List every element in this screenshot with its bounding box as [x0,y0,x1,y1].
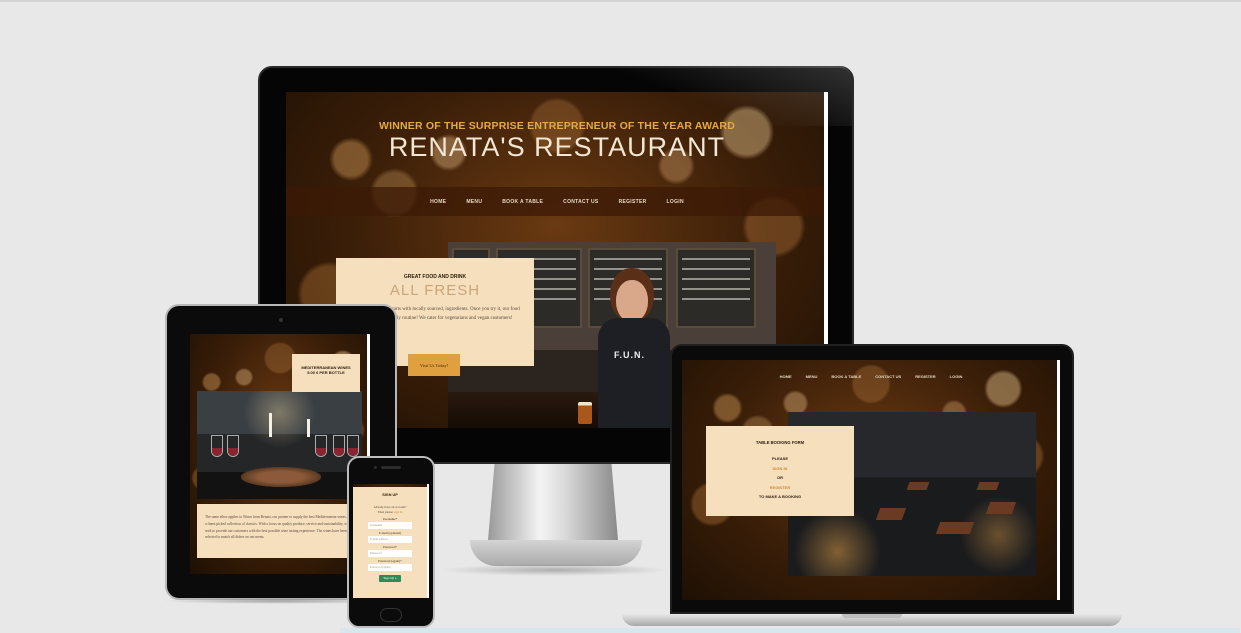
imac-base [470,540,642,566]
booking-title: TABLE BOOKING FORM [755,440,805,445]
desktop-navbar: HOME MENU BOOK A TABLE CONTACT US REGIST… [286,187,828,216]
nav-register[interactable]: REGISTER [915,374,935,379]
laptop-navbar: HOME MENU BOOK A TABLE CONTACT US REGIST… [682,366,1060,386]
wine-description: The same ethos applies to Wines from Ren… [197,504,362,558]
register-link[interactable]: REGISTER [706,484,854,492]
nav-login[interactable]: LOGIN [950,374,963,379]
bottom-strip [340,628,1240,633]
wine-offer-card: MEDITERRANEAN WINES 5.00 € PER BOTTLE [292,354,360,392]
nav-register[interactable]: REGISTER [619,199,647,205]
visit-us-button[interactable]: Visit Us Today! [408,354,460,376]
imac-stand [488,464,618,540]
home-button[interactable] [380,608,402,622]
booking-card: TABLE BOOKING FORM PLEASE SIGN IN OR REG… [706,426,854,516]
phone-screen: SIGN UP Already have an account? Then pl… [353,484,429,598]
signup-button[interactable]: Sign Up » [379,575,401,583]
nav-contact-us[interactable]: CONTACT US [563,199,598,205]
chalkboard [676,248,756,328]
scrollbar[interactable] [427,484,429,598]
nav-menu[interactable]: MENU [806,374,818,379]
nav-home[interactable]: HOME [780,374,792,379]
email-input[interactable]: E-mail address [368,536,412,544]
nav-home[interactable]: HOME [430,199,446,205]
signup-card: SIGN UP Already have an account? Then pl… [353,487,427,598]
sign-in-link[interactable]: SIGN IN [706,465,854,473]
nav-book-a-table[interactable]: BOOK A TABLE [831,374,861,379]
camera-icon [279,318,283,322]
nav-menu[interactable]: MENU [466,199,482,205]
top-border [0,0,1241,2]
nav-contact-us[interactable]: CONTACT US [875,374,901,379]
speaker-icon [381,466,401,469]
username-input[interactable]: Username [368,522,412,530]
password-again-input[interactable]: Password (again) [368,564,412,572]
nav-book-a-table[interactable]: BOOK A TABLE [502,199,543,205]
shirt-text: F.U.N. [614,350,646,360]
beer-glass [578,402,592,424]
tablet-screen: MEDITERRANEAN WINES 5.00 € PER BOTTLE Th… [190,334,370,574]
bartender: F.U.N. [598,280,670,428]
scrollbar[interactable] [1057,360,1060,600]
nav-login[interactable]: LOGIN [667,199,684,205]
signup-title: SIGN UP [382,493,398,497]
restaurant-title: RENATA'S RESTAURANT [388,132,726,162]
camera-icon [374,466,377,469]
laptop-screen: HOME MENU BOOK A TABLE CONTACT US REGIST… [682,360,1060,600]
sign-in-link[interactable]: sign in [394,510,403,514]
promo-heading: ALL FRESH [389,282,481,299]
promo-kicker: GREAT FOOD AND DRINK [403,274,467,280]
password-input[interactable]: Password [368,550,412,558]
award-banner: WINNER OF THE SURPRISE ENTREPRENEUR OF T… [379,120,735,132]
wine-table-photo [197,391,362,499]
